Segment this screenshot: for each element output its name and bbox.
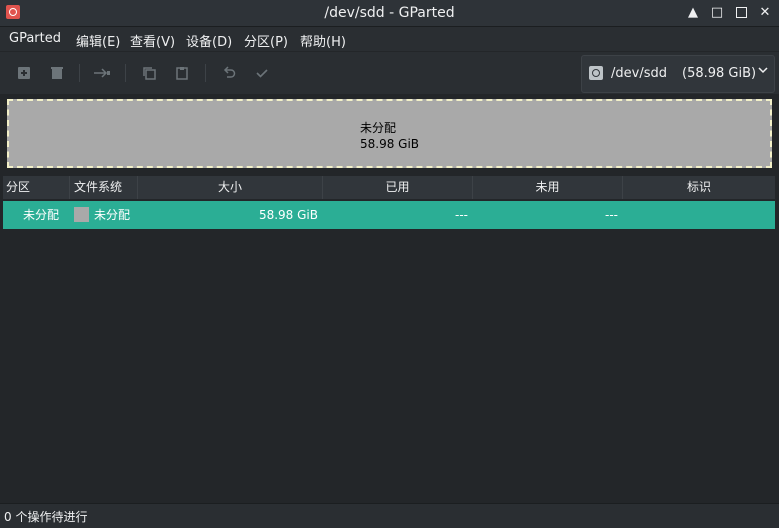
disk-map: 未分配 58.98 GiB [7,99,772,168]
device-size: (58.98 GiB) [682,66,757,81]
partition-table-header: 分区 文件系统 大小 已用 未用 标识 [3,176,775,199]
menu-bar: GParted 编辑(E) 查看(V) 设备(D) 分区(P) 帮助(H) [0,27,779,51]
column-header-partition[interactable]: 分区 [3,176,70,199]
cell-flags [623,201,773,229]
column-header-size[interactable]: 大小 [138,176,323,199]
pending-operations-text: 0 个操作待进行 [4,510,88,524]
restore-button[interactable]: □ [707,3,727,23]
menu-help[interactable]: 帮助(H) [300,31,346,50]
new-partition-icon[interactable] [15,64,33,82]
toolbar-separator [205,64,206,82]
maximize-button[interactable] [731,3,751,23]
column-header-filesystem[interactable]: 文件系统 [70,176,138,199]
cell-unused: --- [605,208,618,222]
partition-block-size: 58.98 GiB [360,137,420,151]
delete-partition-icon[interactable] [48,64,66,82]
cell-partition: 未分配 [23,208,60,222]
column-header-unused[interactable]: 未用 [473,176,623,199]
device-name: /dev/sdd [611,66,667,81]
partition-block-name: 未分配 [360,121,397,135]
harddisk-icon [589,66,603,80]
resize-move-icon[interactable] [93,64,111,82]
apply-icon[interactable] [253,64,271,82]
unallocated-partition-block[interactable]: 未分配 58.98 GiB [7,99,772,168]
toolbar-separator [79,64,80,82]
menu-partition[interactable]: 分区(P) [244,31,288,50]
menu-edit[interactable]: 编辑(E) [76,31,120,50]
paste-icon[interactable] [173,64,191,82]
column-header-flags[interactable]: 标识 [623,176,775,199]
menu-view[interactable]: 查看(V) [130,31,175,50]
cell-used: --- [455,208,468,222]
close-button[interactable]: ✕ [755,3,775,23]
menu-device[interactable]: 设备(D) [186,31,232,50]
menu-gparted[interactable]: GParted [9,31,61,46]
partition-list-empty-area[interactable] [3,229,775,501]
device-selector[interactable]: /dev/sdd (58.98 GiB) [581,55,775,93]
cell-filesystem: 未分配 [94,208,131,222]
status-bar: 0 个操作待进行 [0,503,779,528]
title-bar: /dev/sdd - GParted ▲ □ ✕ [0,0,779,27]
table-row[interactable]: 未分配 未分配 58.98 GiB --- --- [3,201,775,229]
minimize-button[interactable]: ▲ [683,3,703,23]
chevron-down-icon [758,64,768,78]
toolbar-separator [125,64,126,82]
column-header-used[interactable]: 已用 [323,176,473,199]
cell-size: 58.98 GiB [258,208,318,222]
window-title: /dev/sdd - GParted [324,5,455,21]
undo-icon[interactable] [220,64,238,82]
copy-icon[interactable] [140,64,158,82]
filesystem-color-swatch [74,207,89,222]
